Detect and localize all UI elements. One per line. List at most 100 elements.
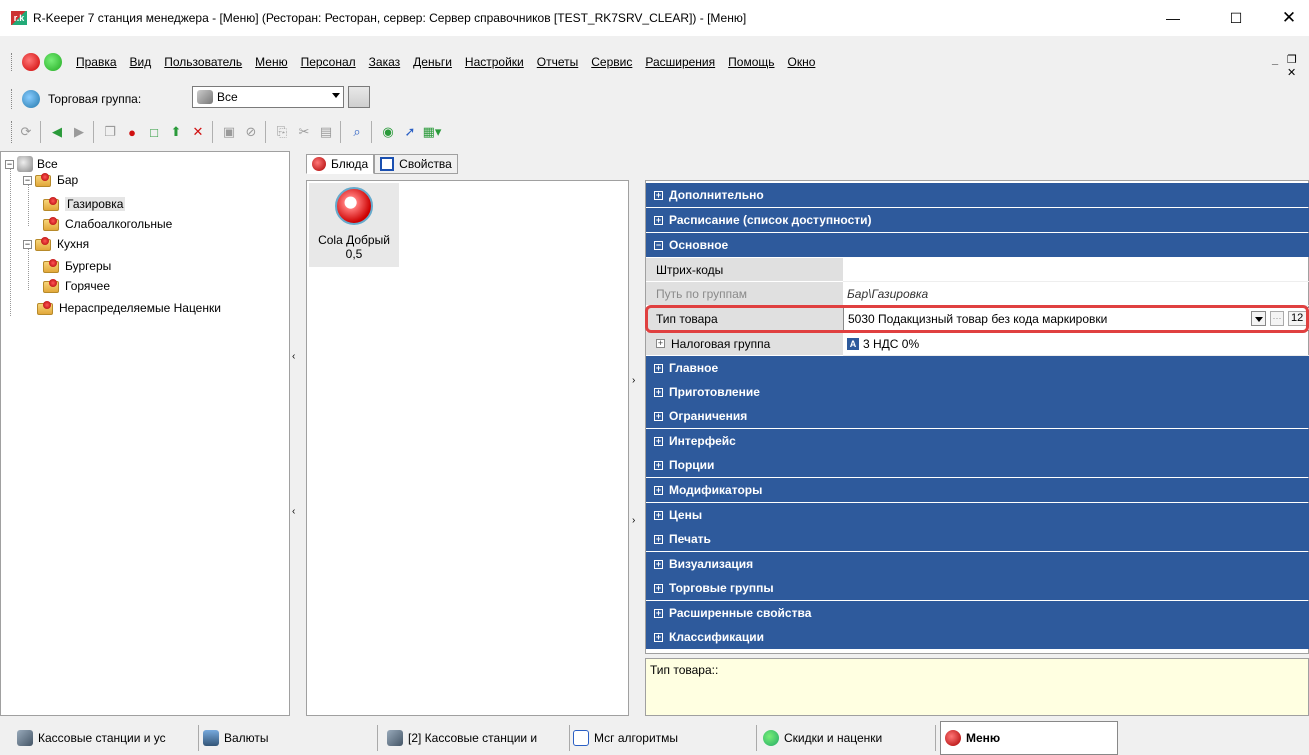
category-general[interactable]: + Главное [646,356,1309,380]
property-grid[interactable]: + Дополнительно + Расписание (список дос… [645,180,1309,654]
export-icon[interactable]: ➚ [400,122,420,142]
forward-icon[interactable]: ▶ [69,122,89,142]
station-green-icon[interactable] [44,53,62,71]
dish-tile[interactable]: Cola Добрый 0,5 [309,183,399,267]
task-cash-stations-1[interactable]: Кассовые станции и ус [17,721,195,755]
prop-value[interactable]: A 3 НДС 0% [843,332,1309,356]
cancel-icon[interactable]: ⊘ [241,122,261,142]
menu-staff[interactable]: Персонал [301,55,356,69]
prop-value[interactable] [843,258,1309,282]
search-icon[interactable]: ⌕ [347,122,367,142]
tree-node-burgers[interactable]: Бургеры [43,258,111,274]
category-print[interactable]: + Печать [646,527,1309,551]
tree-node-hot[interactable]: Горячее [43,278,110,294]
expand-icon[interactable]: + [654,190,663,200]
menu-order[interactable]: Заказ [369,55,400,69]
expand-icon[interactable]: + [654,534,663,544]
collapse-icon[interactable]: − [23,175,32,185]
goods-type-input[interactable]: 5030 Подакцизный товар без кода маркиров… [843,307,1309,331]
menu-reports[interactable]: Отчеты [537,55,578,69]
import-icon[interactable]: ⬆ [166,122,186,142]
category-portions[interactable]: + Порции [646,453,1309,477]
expand-icon[interactable]: + [654,460,663,470]
expand-icon[interactable]: + [656,339,665,348]
tree-node-low-alcohol[interactable]: Слабоалкогольные [43,216,172,232]
toolbar-grip[interactable] [11,53,14,71]
ellipsis-button[interactable]: ··· [1270,311,1284,326]
chevron-down-icon[interactable] [332,93,340,98]
collapse-icon[interactable]: − [5,159,14,169]
task-cash-stations-2[interactable]: [2] Кассовые станции и [387,721,567,755]
paste-icon[interactable]: ⎘ [272,122,292,142]
category-modifiers[interactable]: + Модификаторы [646,478,1309,502]
menu-view[interactable]: Вид [130,55,152,69]
task-menu[interactable]: Меню [940,721,1118,755]
prop-group-path[interactable]: Путь по группам Бар\Газировка [646,282,1309,306]
tree-node-bar[interactable]: − Бар [23,172,78,188]
clipboard-icon[interactable]: ▤ [316,122,336,142]
delete-icon[interactable]: ✕ [188,122,208,142]
station-red-icon[interactable] [22,53,40,71]
chevron-left-icon[interactable]: ‹ [292,506,295,517]
expand-icon[interactable]: + [654,387,663,397]
mdi-minimize-button[interactable]: _ [1272,54,1278,66]
content-splitter[interactable]: › › [630,180,644,716]
tree-node-root[interactable]: − Все [5,156,58,172]
task-currencies[interactable]: Валюты [203,721,373,755]
category-trade-groups[interactable]: + Торговые группы [646,576,1309,600]
category-visualization[interactable]: + Визуализация [646,552,1309,576]
tree-node-soda[interactable]: Газировка [43,196,126,212]
task-discounts[interactable]: Скидки и наценки [763,721,933,755]
dropdown-button[interactable] [1251,311,1266,326]
category-classifications[interactable]: + Классификации [646,625,1309,649]
toolbar-grip[interactable] [11,121,14,143]
menu-help[interactable]: Помощь [728,55,774,69]
mdi-restore-close-buttons[interactable]: ❐ ✕ [1287,53,1309,79]
expand-icon[interactable]: + [654,608,663,618]
menu-edit[interactable]: Правка [76,55,117,69]
copy-icon[interactable]: ❐ [100,122,120,142]
filter-icon[interactable]: ◉ [378,122,398,142]
toolbar-grip[interactable] [11,89,14,109]
prop-goods-type[interactable]: Тип товара 5030 Подакцизный товар без ко… [646,307,1309,331]
prop-barcodes[interactable]: Штрих-коды [646,258,1309,282]
expand-icon[interactable]: + [654,363,663,373]
maximize-button[interactable]: ☐ [1213,0,1259,36]
trade-group-settings-button[interactable] [348,86,370,108]
expand-icon[interactable]: + [654,583,663,593]
category-extended-properties[interactable]: + Расширенные свойства [646,601,1309,625]
menu-user[interactable]: Пользователь [164,55,242,69]
expand-icon[interactable]: + [654,436,663,446]
back-icon[interactable]: ◀ [47,122,67,142]
menu-extensions[interactable]: Расширения [645,55,715,69]
grid-icon[interactable]: ▦▾ [422,122,442,142]
expand-icon[interactable]: + [654,485,663,495]
prop-tax-group[interactable]: + Налоговая группа A 3 НДС 0% [646,332,1309,356]
menu-service[interactable]: Сервис [591,55,632,69]
menu-window[interactable]: Окно [788,55,816,69]
dish-list[interactable]: Cola Добрый 0,5 [306,180,629,716]
tree-node-kitchen[interactable]: − Кухня [23,236,89,252]
save-icon[interactable]: ▣ [219,122,239,142]
expand-icon[interactable]: + [654,215,663,225]
tab-properties[interactable]: Свойства [374,154,458,174]
chevron-left-icon[interactable]: ‹ [292,351,295,362]
menu-money[interactable]: Деньги [413,55,452,69]
tree-splitter[interactable]: ‹ ‹ [290,151,304,716]
collapse-icon[interactable]: − [654,240,663,250]
minimize-button[interactable]: — [1150,0,1196,36]
category-prices[interactable]: + Цены [646,503,1309,527]
close-button[interactable]: ✕ [1266,0,1309,36]
tab-dishes[interactable]: Блюда [306,154,375,174]
dish-icon[interactable]: ● [122,122,142,142]
refresh-icon[interactable]: ⟳ [16,122,36,142]
expand-icon[interactable]: + [654,510,663,520]
chevron-right-icon[interactable]: › [632,515,635,526]
cut-icon[interactable]: ✂ [294,122,314,142]
category-main[interactable]: − Основное [646,233,1309,257]
menu-settings[interactable]: Настройки [465,55,524,69]
new-icon[interactable]: □ [144,122,164,142]
expand-icon[interactable]: + [654,559,663,569]
expand-icon[interactable]: + [654,411,663,421]
tree-node-undistributed-markups[interactable]: Нераспределяемые Наценки [23,300,221,316]
